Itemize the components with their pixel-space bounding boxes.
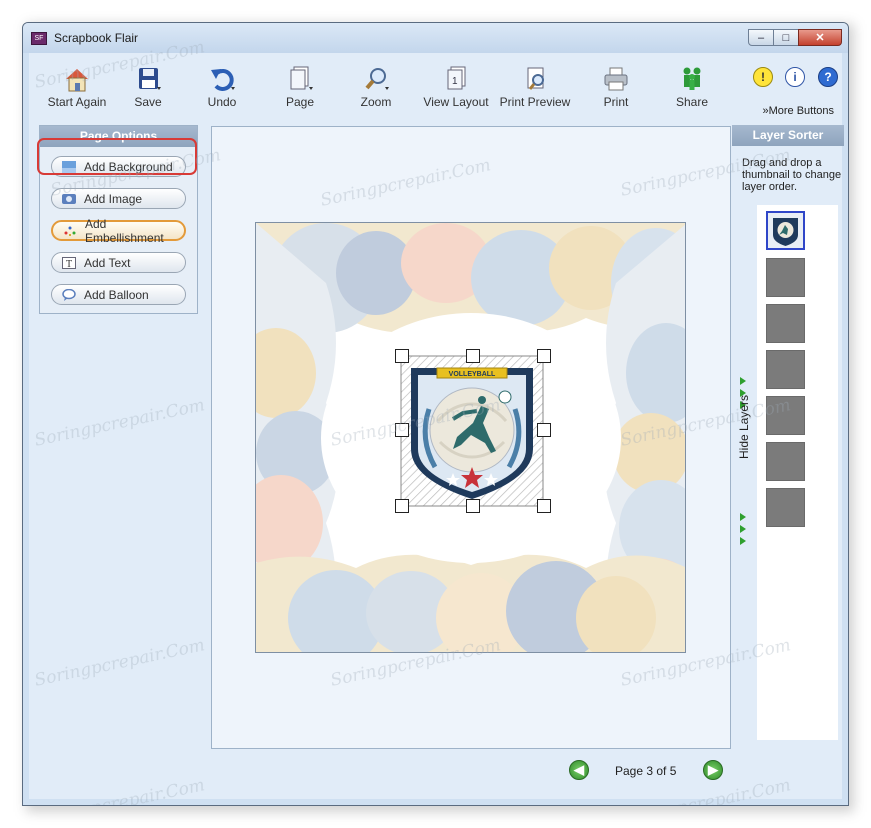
more-buttons-link[interactable]: »More Buttons — [762, 105, 834, 117]
app-logo-icon: SF — [31, 32, 47, 45]
help-icon[interactable]: ? — [818, 67, 838, 87]
arrow-right-icon — [740, 537, 746, 545]
watermark-text: Soringpcrepair.Com — [32, 395, 207, 451]
layer-thumbnail[interactable] — [766, 442, 805, 481]
window-title: Scrapbook Flair — [54, 31, 139, 45]
resize-handle-top-right[interactable] — [537, 349, 551, 363]
title-bar: SF Scrapbook Flair – □ ✕ — [23, 23, 848, 53]
undo-button[interactable]: Undo — [201, 65, 243, 113]
image-icon — [62, 193, 76, 205]
save-button[interactable]: Save — [127, 65, 169, 113]
layer-thumbnail-selected[interactable] — [766, 211, 805, 250]
scrapbook-page[interactable]: VOLLEYBALL — [255, 222, 686, 653]
app-window: SF Scrapbook Flair – □ ✕ Start Again Sav… — [22, 22, 849, 806]
zoom-button[interactable]: Zoom — [355, 65, 397, 113]
layer-sorter-title: Layer Sorter — [732, 125, 844, 146]
resize-handle-top[interactable] — [466, 349, 480, 363]
share-button[interactable]: Share — [671, 65, 713, 113]
layer-thumbnail-list — [757, 205, 838, 740]
resize-handle-left[interactable] — [395, 423, 409, 437]
house-icon — [62, 65, 92, 93]
text-icon: T — [62, 256, 76, 270]
info-icon[interactable]: i — [785, 67, 805, 87]
highlight-ring — [37, 138, 197, 175]
resize-handle-bottom-left[interactable] — [395, 499, 409, 513]
layer-sorter-instructions: Drag and drop a thumbnail to change laye… — [742, 157, 842, 193]
resize-handle-top-left[interactable] — [395, 349, 409, 363]
previous-page-button[interactable]: ◀ — [569, 760, 589, 780]
watermark-text: Soringpcrepair.Com — [32, 635, 207, 691]
client-area: Start Again Save Undo Page Zoom 1 View L… — [29, 37, 844, 805]
page-icon — [285, 65, 315, 93]
arrow-right-icon — [740, 525, 746, 533]
view-layout-icon: 1 — [441, 65, 471, 93]
close-button[interactable]: ✕ — [798, 29, 842, 46]
canvas-area[interactable]: VOLLEYBALL — [211, 126, 731, 749]
resize-handle-bottom[interactable] — [466, 499, 480, 513]
svg-text:1: 1 — [452, 76, 458, 87]
page-button[interactable]: Page — [279, 65, 321, 113]
next-page-button[interactable]: ▶ — [703, 760, 723, 780]
floppy-icon — [133, 65, 163, 93]
start-again-button[interactable]: Start Again — [39, 65, 115, 113]
magnifier-icon — [361, 65, 391, 93]
toolbar: Start Again Save Undo Page Zoom 1 View L… — [29, 53, 842, 117]
maximize-button[interactable]: □ — [773, 29, 799, 46]
shield-banner-text: VOLLEYBALL — [449, 371, 496, 378]
printer-icon — [601, 65, 631, 93]
add-embellishment-button[interactable]: Add Embellishment — [51, 217, 186, 245]
minimize-button[interactable]: – — [748, 29, 774, 46]
view-layout-button[interactable]: 1 View Layout — [423, 65, 489, 113]
add-balloon-button[interactable]: Add Balloon — [51, 284, 186, 305]
arrow-right-icon — [740, 513, 746, 521]
layer-thumbnail[interactable] — [766, 258, 805, 297]
print-preview-button[interactable]: Print Preview — [497, 65, 573, 113]
layer-thumbnail[interactable] — [766, 488, 805, 527]
print-preview-icon — [520, 65, 550, 93]
layer-sorter-panel: Layer Sorter Drag and drop a thumbnail t… — [732, 125, 844, 745]
arrow-right-icon — [740, 377, 746, 385]
layer-thumbnail[interactable] — [766, 304, 805, 343]
watermark-text: Soringpcrepair.Com — [32, 775, 207, 806]
page-indicator: Page 3 of 5 — [615, 764, 677, 778]
selected-embellishment[interactable]: VOLLEYBALL — [393, 349, 550, 511]
print-button[interactable]: Print — [595, 65, 637, 113]
layer-thumbnail[interactable] — [766, 396, 805, 435]
resize-handle-right[interactable] — [537, 423, 551, 437]
layer-thumbnail[interactable] — [766, 350, 805, 389]
tip-icon[interactable]: ! — [753, 67, 773, 87]
page-navigator: ◀ Page 3 of 5 ▶ — [569, 756, 729, 786]
sparkle-icon — [63, 225, 77, 237]
undo-icon — [207, 65, 237, 93]
resize-handle-bottom-right[interactable] — [537, 499, 551, 513]
hide-layers-toggle[interactable]: Hide Layers — [732, 343, 758, 545]
balloon-icon — [62, 288, 76, 301]
svg-text:T: T — [66, 259, 72, 269]
add-text-button[interactable]: T Add Text — [51, 252, 186, 273]
add-image-button[interactable]: Add Image — [51, 188, 186, 209]
people-icon — [677, 65, 707, 93]
